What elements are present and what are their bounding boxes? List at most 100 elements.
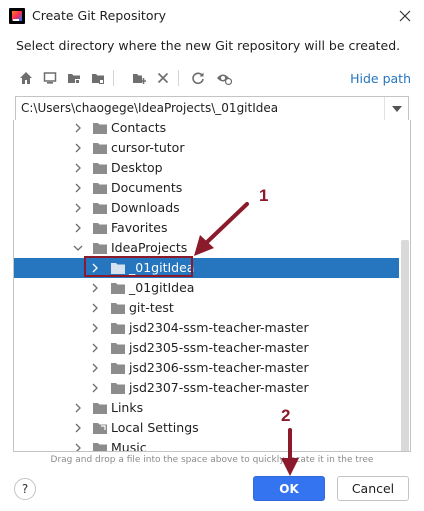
tree-row-contacts[interactable]: Contacts — [14, 120, 399, 138]
tree-row-cursor-tutor[interactable]: cursor-tutor — [14, 138, 399, 158]
folder-icon — [93, 123, 107, 134]
cancel-button[interactable]: Cancel — [337, 476, 409, 501]
tree-row-jsd2305[interactable]: jsd2305-ssm-teacher-master — [14, 338, 399, 358]
home-icon — [20, 72, 32, 84]
tree-row-label: IdeaProjects — [111, 240, 188, 255]
chevron-right-icon[interactable] — [73, 443, 83, 452]
tree-row-jsd2304[interactable]: jsd2304-ssm-teacher-master — [14, 318, 399, 338]
chevron-right-icon[interactable] — [73, 223, 83, 233]
chevron-right-icon[interactable] — [73, 123, 83, 133]
tree-row-label: Links — [111, 400, 144, 415]
delete-icon — [157, 72, 169, 84]
project-folder-button[interactable] — [64, 67, 84, 89]
tree-row-label: Favorites — [111, 220, 168, 235]
tree-row-desktop[interactable]: Desktop — [14, 158, 399, 178]
tree-row-label: jsd2305-ssm-teacher-master — [129, 340, 309, 355]
tree-row-label: Documents — [111, 180, 183, 195]
folder-icon — [111, 363, 125, 374]
tree-row-label: jsd2307-ssm-teacher-master — [129, 380, 309, 395]
tree-row-git-test[interactable]: git-test — [14, 298, 399, 318]
chevron-down-icon[interactable] — [73, 243, 83, 253]
tree-row-documents[interactable]: Documents — [14, 178, 399, 198]
tree-row-ideaprojects[interactable]: IdeaProjects — [14, 238, 399, 258]
refresh-button[interactable] — [188, 67, 208, 89]
folder-icon — [111, 303, 125, 314]
folder-icon — [93, 183, 107, 194]
toolbar-separator — [178, 70, 179, 86]
tree-row-label: Music — [111, 440, 147, 452]
tree-row-label: Desktop — [111, 160, 163, 175]
folder-shortcut-icon — [93, 423, 107, 434]
directory-tree[interactable]: Contacts cursor-tutor Desktop Documents … — [13, 120, 411, 452]
tree-row-01gitidea-selected[interactable]: _01gitIdea — [14, 258, 399, 278]
toolbar-separator — [113, 70, 114, 86]
module-folder-button[interactable] — [88, 67, 108, 89]
tree-row-label: git-test — [129, 300, 174, 315]
help-button[interactable]: ? — [14, 478, 36, 500]
folder-icon — [111, 323, 125, 334]
chevron-right-icon[interactable] — [73, 403, 83, 413]
folder-icon — [111, 343, 125, 354]
chevron-down-icon — [391, 105, 402, 112]
project-folder-icon — [68, 74, 80, 84]
chevron-right-icon[interactable] — [73, 163, 83, 173]
path-field[interactable] — [21, 101, 381, 115]
tree-scrollbar-thumb[interactable] — [401, 240, 409, 451]
intellij-app-icon — [9, 8, 25, 24]
title-bar: Create Git Repository — [0, 0, 424, 32]
tree-row-label: jsd2304-ssm-teacher-master — [129, 320, 309, 335]
tree-row-label: Contacts — [111, 120, 167, 135]
folder-icon — [111, 383, 125, 394]
folder-icon — [93, 143, 107, 154]
hide-path-link[interactable]: Hide path — [350, 71, 411, 86]
refresh-icon — [192, 72, 204, 85]
folder-icon — [93, 203, 107, 214]
tree-row-label: _01gitIdea — [129, 280, 195, 295]
desktop-icon — [43, 72, 57, 84]
chevron-right-icon[interactable] — [90, 303, 100, 313]
tree-row-local-settings[interactable]: Local Settings — [14, 418, 399, 438]
tree-row-label: Local Settings — [111, 420, 199, 435]
chevron-right-icon[interactable] — [73, 143, 83, 153]
folder-icon — [111, 263, 125, 274]
chevron-right-icon[interactable] — [90, 323, 100, 333]
dialog-description: Select directory where the new Git repos… — [16, 38, 401, 53]
file-chooser-toolbar: Hide path — [16, 67, 411, 91]
folder-icon — [93, 163, 107, 174]
home-button[interactable] — [16, 67, 36, 89]
tree-row-label: jsd2306-ssm-teacher-master — [129, 360, 309, 375]
tree-row-links[interactable]: Links — [14, 398, 399, 418]
folder-icon — [93, 443, 107, 451]
chevron-right-icon[interactable] — [73, 203, 83, 213]
chevron-right-icon[interactable] — [90, 383, 100, 393]
tree-row-01gitidea[interactable]: _01gitIdea — [14, 278, 399, 298]
drag-drop-hint: Drag and drop a file into the space abov… — [50, 455, 374, 465]
path-combobox[interactable] — [15, 96, 409, 121]
chevron-right-icon[interactable] — [90, 263, 100, 273]
new-folder-button[interactable] — [129, 67, 149, 89]
chevron-right-icon[interactable] — [90, 363, 100, 373]
tree-row-music[interactable]: Music — [14, 438, 399, 452]
chevron-right-icon[interactable] — [73, 183, 83, 193]
tree-row-downloads[interactable]: Downloads — [14, 198, 399, 218]
chevron-right-icon[interactable] — [90, 343, 100, 353]
desktop-button[interactable] — [40, 67, 60, 89]
tree-row-jsd2307[interactable]: jsd2307-ssm-teacher-master — [14, 378, 399, 398]
show-hidden-button[interactable] — [214, 67, 234, 89]
delete-button[interactable] — [153, 67, 173, 89]
folder-icon — [111, 283, 125, 294]
dialog-title: Create Git Repository — [32, 8, 167, 23]
tree-row-jsd2306[interactable]: jsd2306-ssm-teacher-master — [14, 358, 399, 378]
tree-row-label: cursor-tutor — [111, 140, 185, 155]
close-icon — [399, 10, 411, 22]
path-dropdown-button[interactable] — [384, 97, 408, 120]
tree-row-label: _01gitIdea — [129, 260, 195, 275]
close-button[interactable] — [394, 5, 416, 27]
folder-icon — [93, 223, 107, 234]
chevron-right-icon[interactable] — [73, 423, 83, 433]
tree-row-favorites[interactable]: Favorites — [14, 218, 399, 238]
new-folder-icon — [133, 74, 146, 84]
folder-icon — [93, 243, 107, 254]
ok-button[interactable]: OK — [253, 476, 325, 501]
chevron-right-icon[interactable] — [90, 283, 100, 293]
